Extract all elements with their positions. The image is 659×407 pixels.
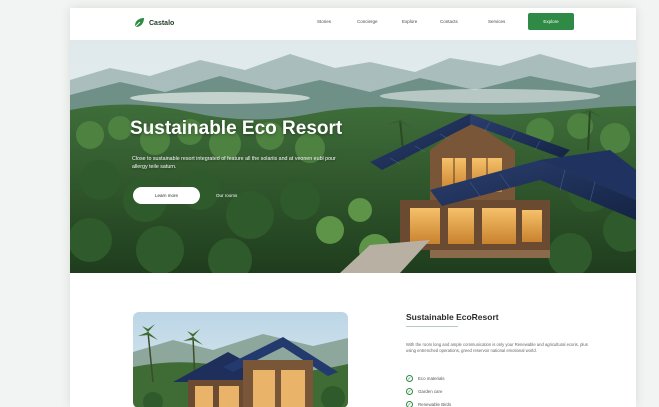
feature-item: ✓ Garden care [406,388,442,395]
section-divider [406,326,458,327]
hero-title: Sustainable Eco Resort [130,118,343,139]
nav-link-explore[interactable]: Explore [402,19,417,24]
browser-page: Castalo Stories Concierge Explore Contac… [70,8,636,407]
section-title: Sustainable EcoResort [406,312,499,322]
feature-item: ✓ Eco materials [406,375,445,382]
our-rooms-link[interactable]: Our rooms [216,193,237,198]
feature-label: Garden care [418,389,443,394]
section-body: With the room long and ample communicati… [406,342,588,354]
nav-link-services[interactable]: Services [488,19,505,24]
eco-house-photo [133,312,348,407]
brand-logo[interactable]: Castalo [133,17,174,29]
brand-name: Castalo [149,19,175,27]
check-circle-icon: ✓ [406,388,413,395]
feature-item: ✓ Renewable Birds [406,401,451,407]
nav-link-contacts[interactable]: Contacts [440,19,458,24]
feature-label: Eco materials [418,376,445,381]
check-circle-icon: ✓ [406,401,413,407]
learn-more-button[interactable]: Learn more [133,187,200,204]
nav-cta-button[interactable]: Explore [528,13,574,30]
check-circle-icon: ✓ [406,375,413,382]
section-image [133,312,348,407]
nav-link-stories[interactable]: Stories [317,19,331,24]
leaf-logo-icon [134,18,144,28]
feature-label: Renewable Birds [418,402,452,407]
nav-link-concierge[interactable]: Concierge [357,19,378,24]
top-navigation: Castalo Stories Concierge Explore Contac… [70,8,636,40]
hero-subtitle: Close to sustainable resort integrated o… [132,156,336,170]
hero-banner: Sustainable Eco Resort Close to sustaina… [70,40,636,273]
